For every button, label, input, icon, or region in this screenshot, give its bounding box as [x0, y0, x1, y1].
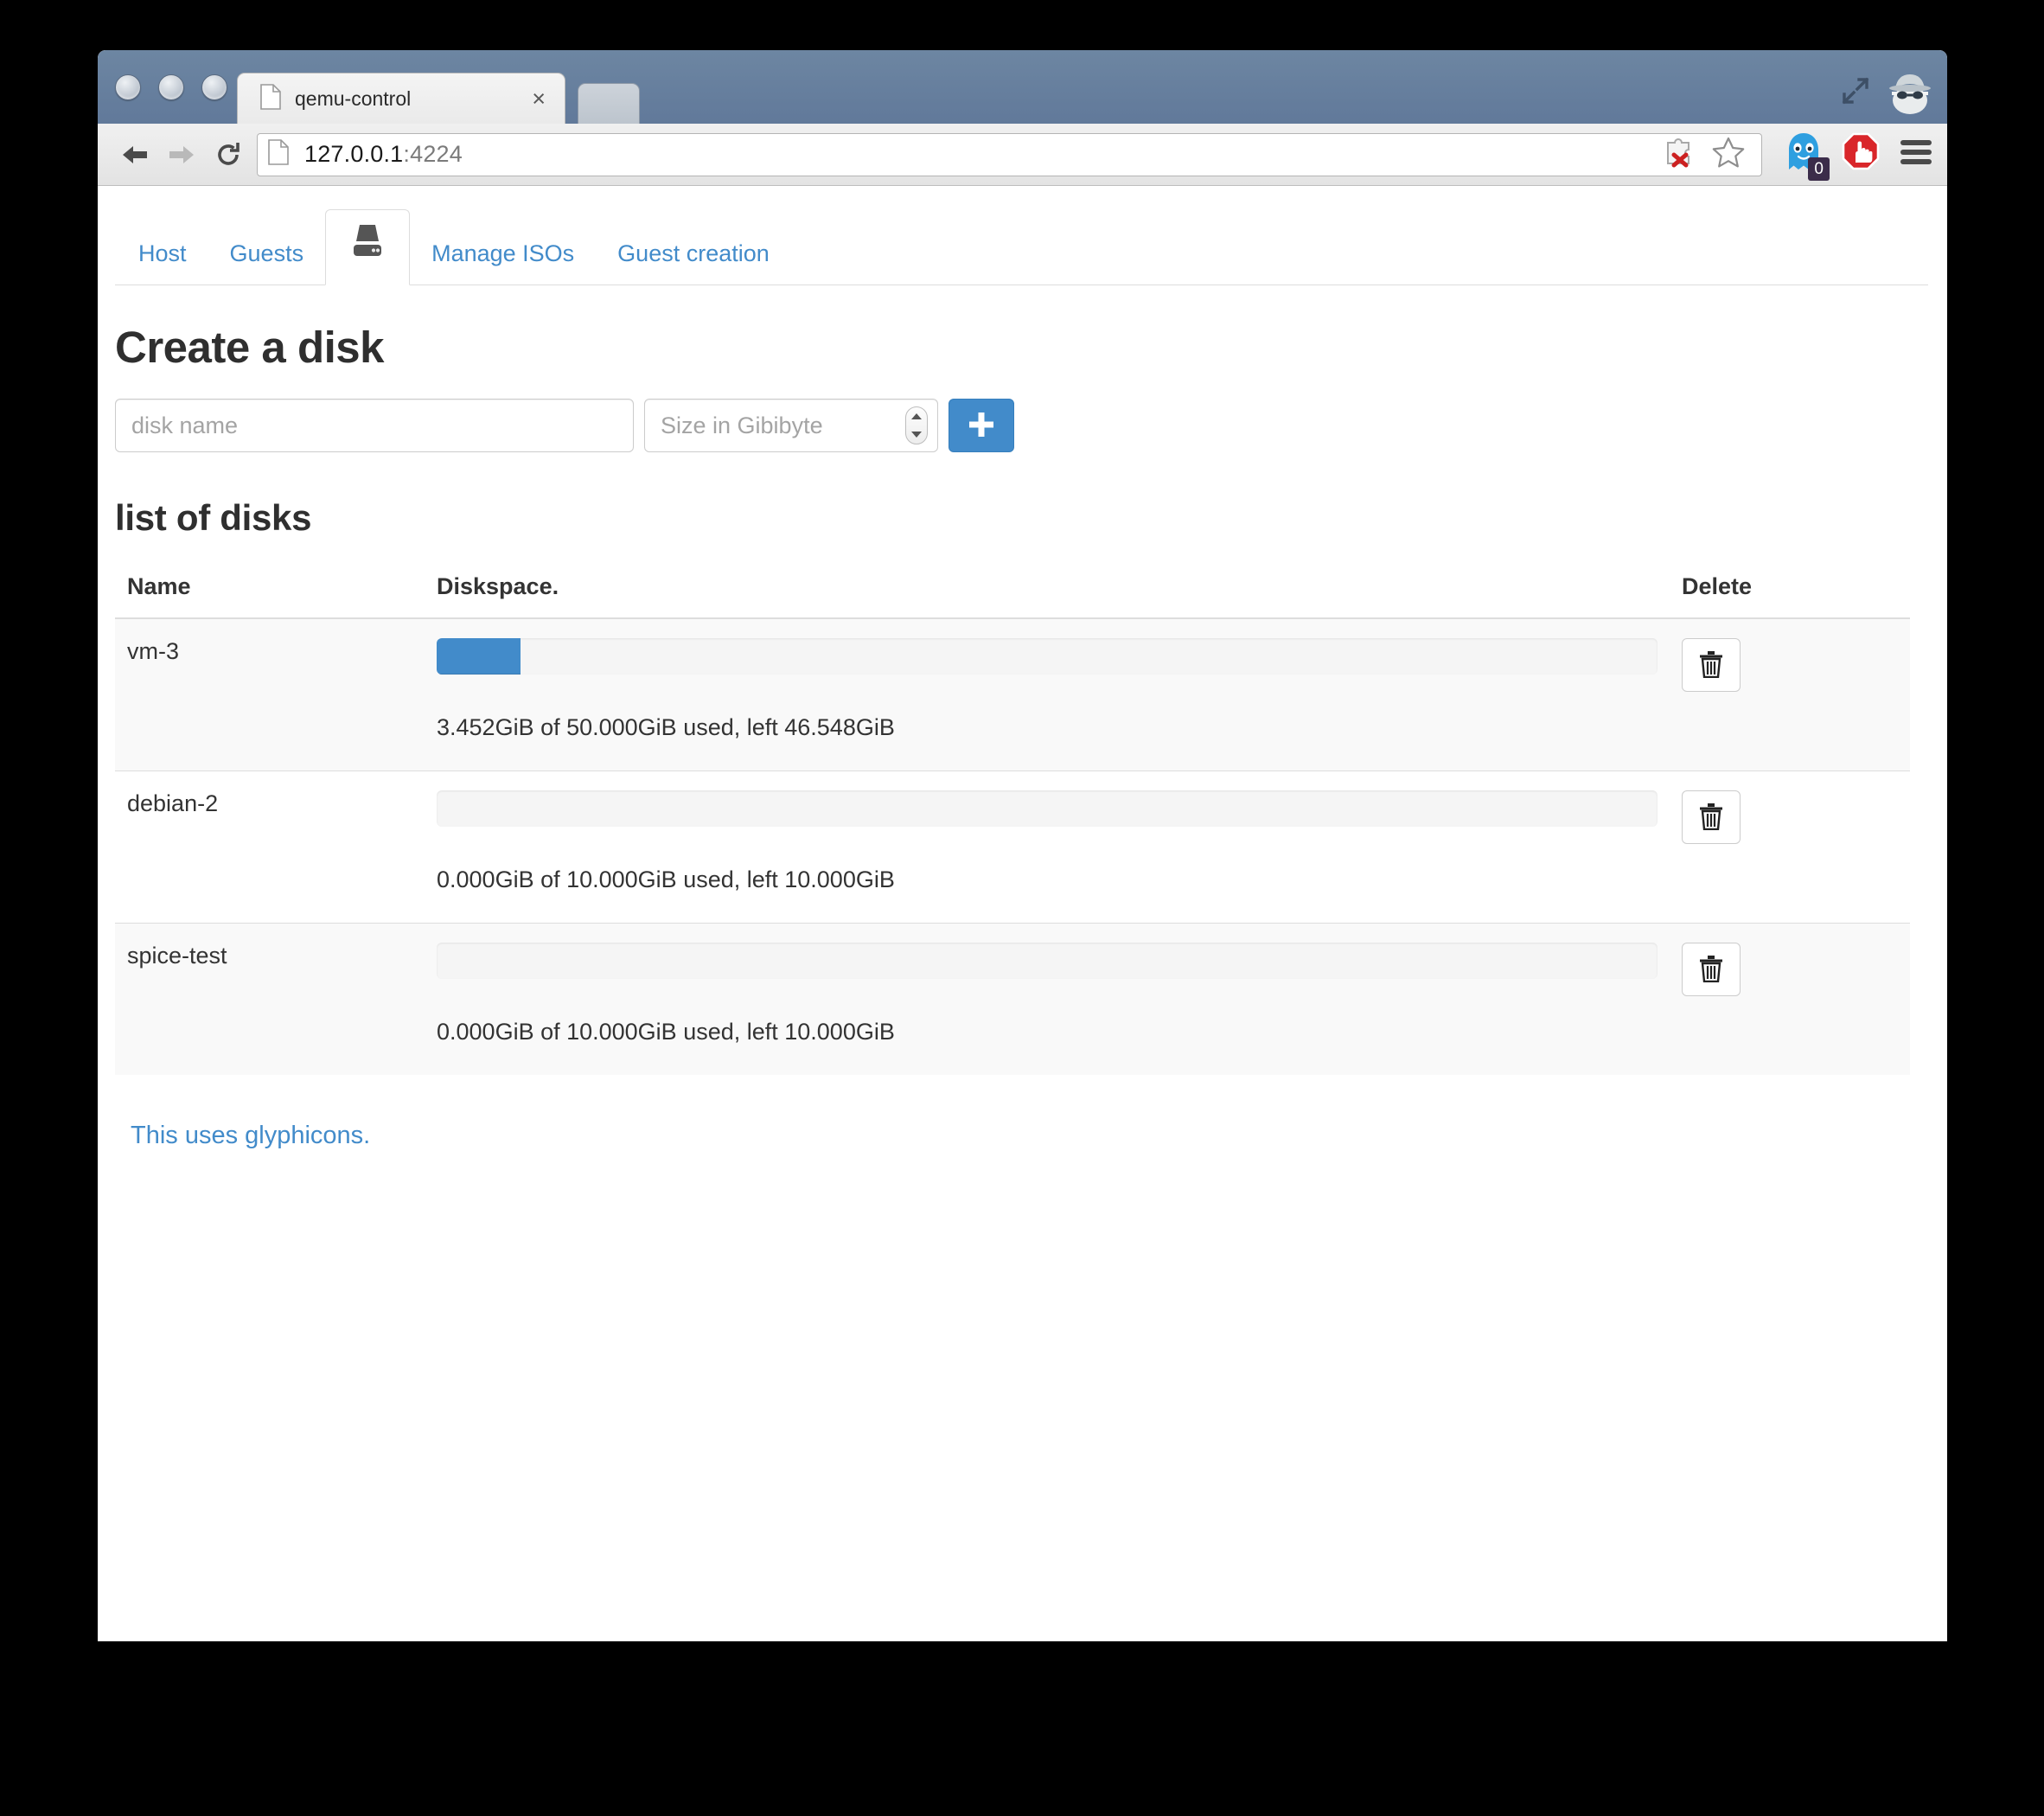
main-container: Host Guests Manage ISOs Guest creation C… [98, 186, 1947, 1150]
disk-usage-progress [437, 790, 1658, 827]
maximize-window-button[interactable] [201, 74, 227, 100]
close-window-button[interactable] [115, 74, 141, 100]
incognito-icon[interactable] [1885, 66, 1935, 120]
minimize-window-button[interactable] [158, 74, 184, 100]
hdd-icon [350, 221, 385, 271]
ghostery-icon[interactable]: 0 [1785, 131, 1830, 181]
browser-titlebar: qemu-control × [98, 50, 1947, 125]
extension-blocked-icon[interactable] [1663, 136, 1696, 173]
page-title: Create a disk [115, 323, 385, 372]
browser-window: qemu-control × 127.0.0.1:4224 0 Host Gue… [98, 50, 1947, 1641]
disks-table: Name Diskspace. Delete vm-3 3.452GiB of … [115, 563, 1910, 1075]
disk-delete-cell [1670, 923, 1910, 1075]
table-row: vm-3 3.452GiB of 50.000GiB used, left 46… [115, 617, 1910, 771]
delete-disk-button[interactable] [1682, 790, 1741, 844]
window-right-icons [1838, 66, 1935, 120]
disk-space-cell: 3.452GiB of 50.000GiB used, left 46.548G… [425, 617, 1670, 771]
url-text: 127.0.0.1:4224 [304, 141, 463, 168]
window-traffic-lights [115, 74, 227, 100]
create-disk-form [115, 399, 1947, 452]
trash-icon [1699, 955, 1723, 985]
ghostery-badge: 0 [1808, 157, 1830, 181]
disk-space-cell: 0.000GiB of 10.000GiB used, left 10.000G… [425, 923, 1670, 1075]
url-host: 127.0.0.1 [304, 141, 404, 167]
column-header-diskspace: Diskspace. [425, 563, 1670, 619]
url-bar-right-icons [1663, 136, 1751, 173]
new-tab-button[interactable] [578, 83, 640, 125]
disk-space-cell: 0.000GiB of 10.000GiB used, left 10.000G… [425, 771, 1670, 924]
disk-usage-text: 0.000GiB of 10.000GiB used, left 10.000G… [437, 1019, 895, 1045]
disk-delete-cell [1670, 771, 1910, 924]
browser-extension-icons: 0 [1771, 131, 1933, 181]
disk-list-title: list of disks [115, 497, 312, 538]
add-disk-button[interactable] [949, 399, 1014, 452]
spinner-down-icon[interactable] [911, 432, 922, 438]
number-spinner[interactable] [905, 406, 928, 444]
disk-delete-cell [1670, 617, 1910, 771]
table-row: spice-test 0.000GiB of 10.000GiB used, l… [115, 923, 1910, 1075]
document-icon [260, 83, 281, 114]
close-icon[interactable]: × [532, 86, 546, 111]
forward-arrow-icon [158, 131, 205, 178]
disk-name-input[interactable] [115, 399, 634, 452]
delete-disk-button[interactable] [1682, 943, 1741, 996]
tab-disks[interactable] [325, 209, 411, 285]
disk-size-input[interactable] [644, 399, 938, 452]
disk-name-cell: spice-test [115, 923, 425, 1075]
table-header-row: Name Diskspace. Delete [115, 563, 1910, 619]
adblock-stop-icon[interactable] [1840, 131, 1881, 177]
column-header-name: Name [115, 563, 425, 619]
url-bar[interactable]: 127.0.0.1:4224 [257, 132, 1762, 176]
disk-usage-text: 0.000GiB of 10.000GiB used, left 10.000G… [437, 866, 895, 892]
plus-icon [967, 410, 996, 442]
disk-name-cell: vm-3 [115, 617, 425, 771]
trash-icon [1699, 650, 1723, 681]
table-row: debian-2 0.000GiB of 10.000GiB used, lef… [115, 771, 1910, 924]
url-port: :4224 [403, 141, 463, 167]
trash-icon [1699, 802, 1723, 833]
document-icon [268, 139, 289, 169]
tab-guest-creation[interactable]: Guest creation [596, 223, 791, 285]
browser-tab-title: qemu-control [295, 86, 412, 110]
tab-host[interactable]: Host [117, 223, 208, 285]
disk-usage-text: 3.452GiB of 50.000GiB used, left 46.548G… [437, 714, 895, 740]
spinner-up-icon[interactable] [911, 413, 922, 419]
disk-size-field [644, 399, 938, 452]
chrome-menu-icon[interactable] [1899, 138, 1933, 170]
tab-guests[interactable]: Guests [208, 223, 326, 285]
fullscreen-expand-icon[interactable] [1838, 74, 1873, 112]
disk-usage-progress [437, 943, 1658, 979]
disk-name-cell: debian-2 [115, 771, 425, 924]
reload-icon[interactable] [205, 131, 252, 178]
column-header-delete: Delete [1670, 563, 1910, 619]
disk-usage-progress-bar [437, 638, 521, 675]
delete-disk-button[interactable] [1682, 638, 1741, 692]
glyphicons-credit-link[interactable]: This uses glyphicons. [131, 1122, 370, 1150]
app-tab-bar: Host Guests Manage ISOs Guest creation [115, 209, 1928, 285]
page-content: Host Guests Manage ISOs Guest creation C… [98, 186, 1947, 1641]
browser-navbar: 127.0.0.1:4224 0 [98, 124, 1947, 186]
back-arrow-icon[interactable] [112, 131, 158, 178]
disk-usage-progress [437, 638, 1658, 675]
bookmark-star-icon[interactable] [1711, 136, 1746, 173]
browser-tab[interactable]: qemu-control × [237, 73, 565, 124]
tab-manage-isos[interactable]: Manage ISOs [410, 223, 596, 285]
